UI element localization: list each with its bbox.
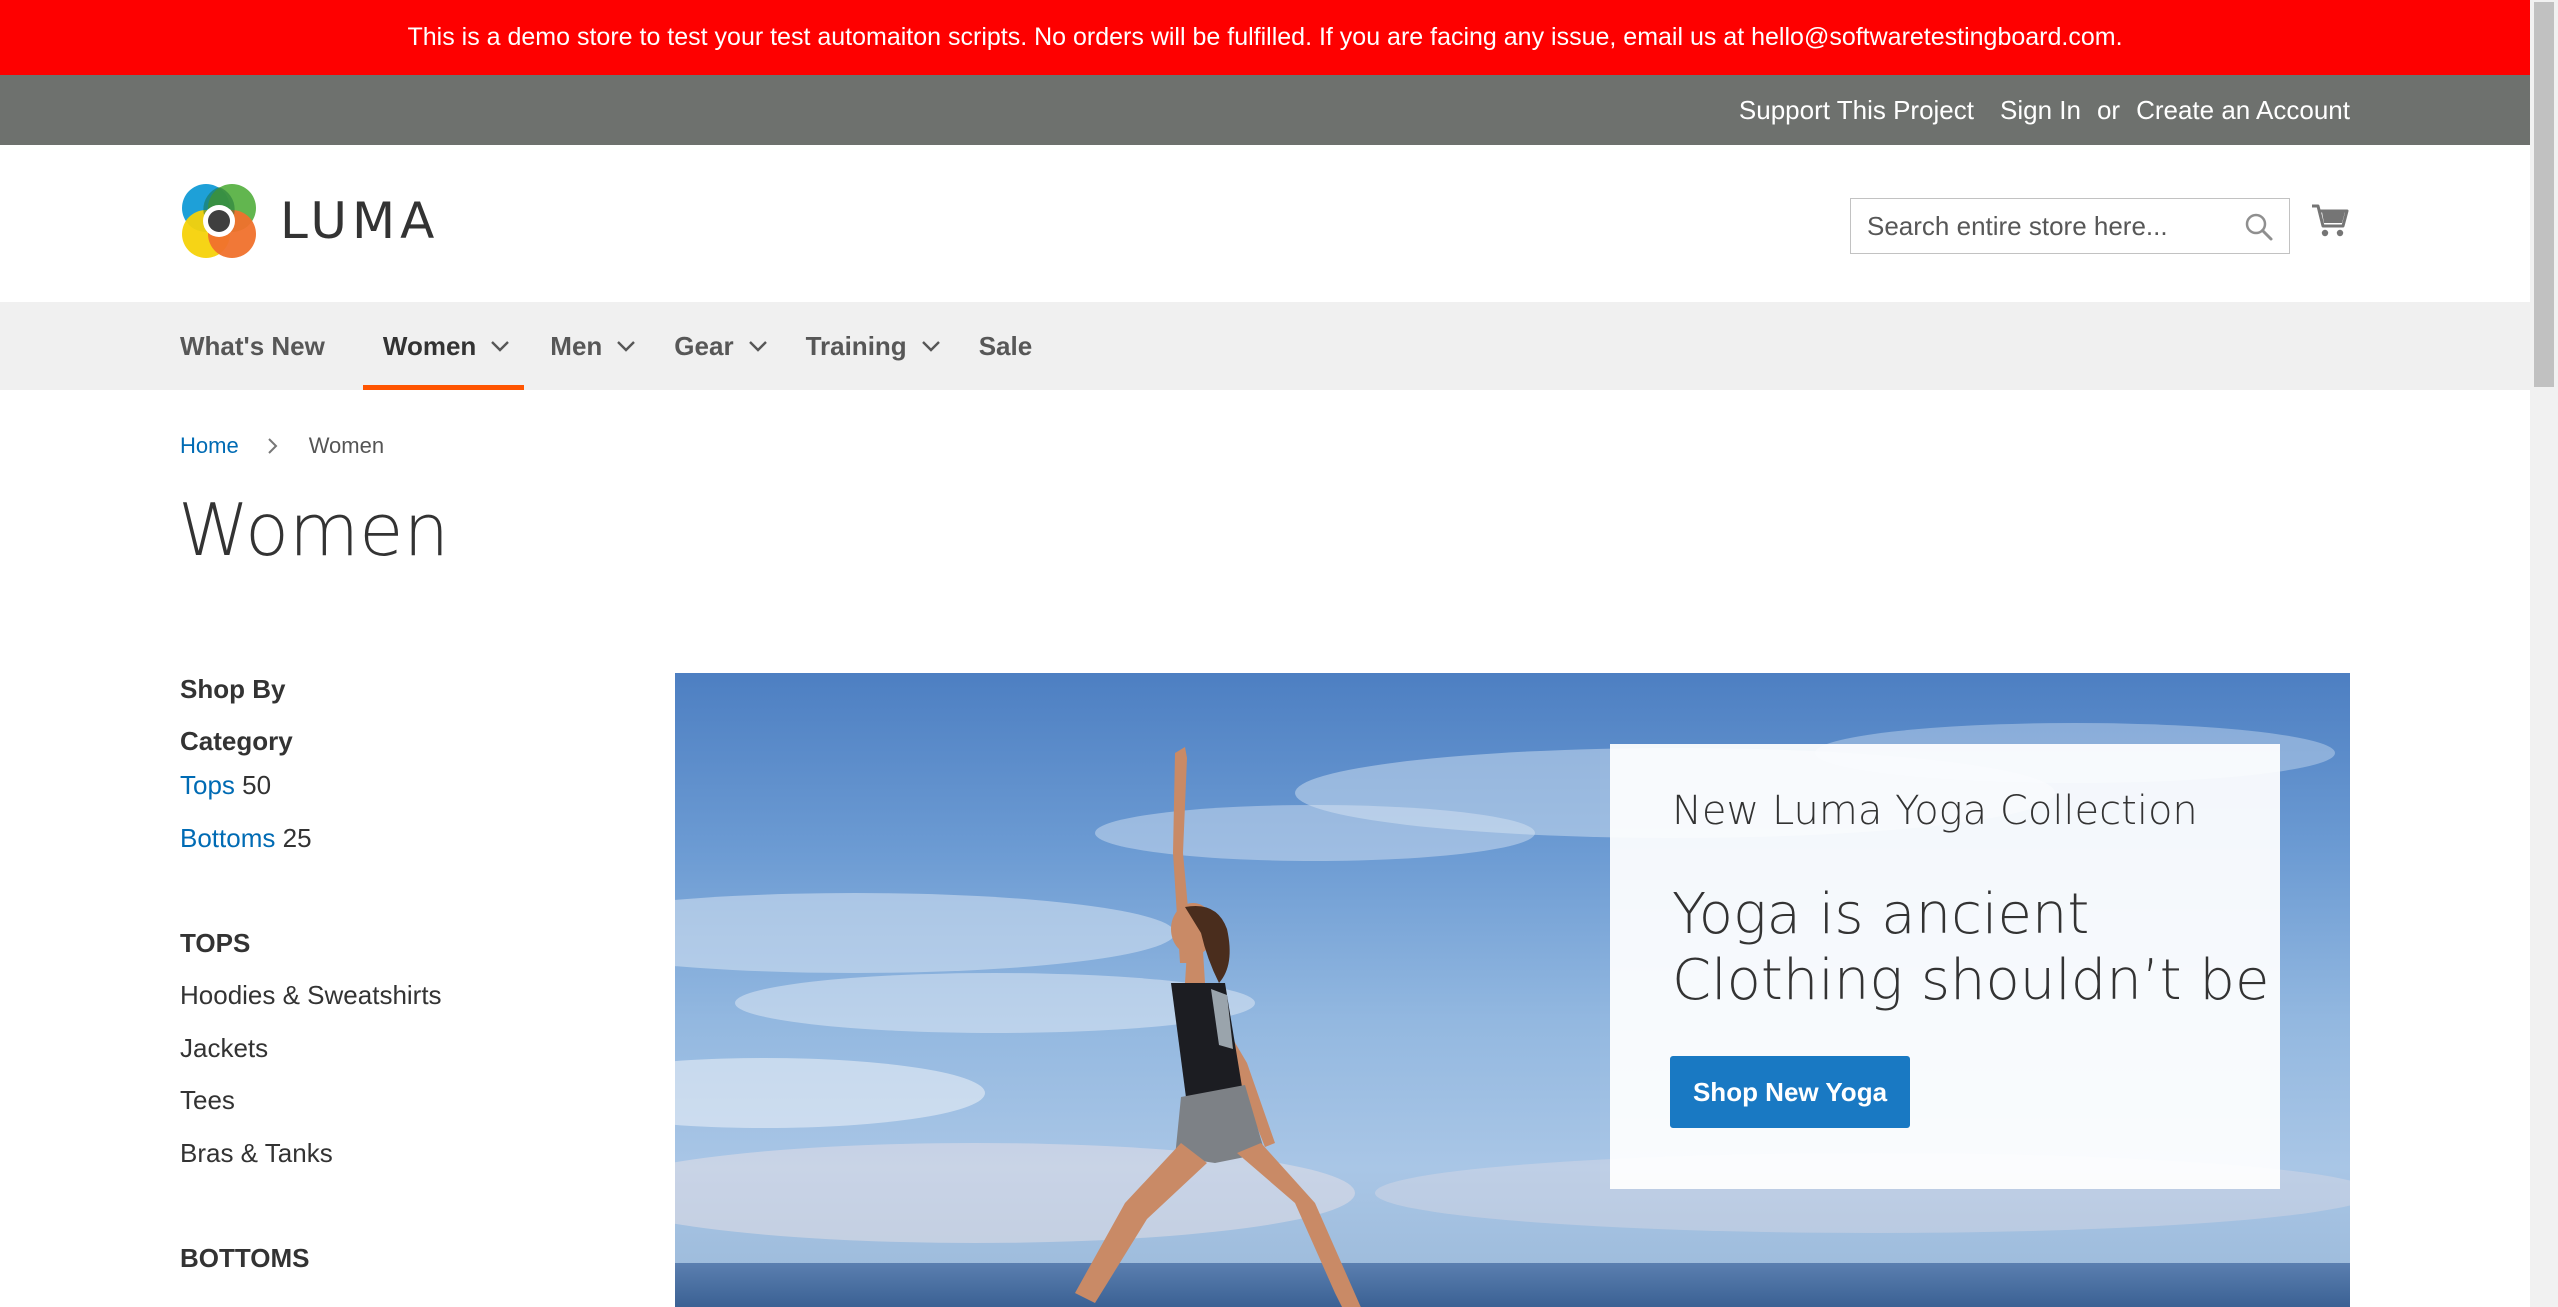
bottoms-heading: BOTTOMS — [180, 1243, 310, 1273]
search-input[interactable] — [1851, 199, 2221, 253]
tops-link-jackets[interactable]: Jackets — [180, 1033, 268, 1064]
tops-heading: TOPS — [180, 928, 251, 958]
chevron-down-icon — [617, 341, 636, 352]
nav-item-training[interactable]: Training — [806, 302, 941, 390]
nav-item-label: Training — [805, 330, 907, 361]
promo-title-line-1: Yoga is ancient — [1672, 882, 2090, 947]
header: LUMA — [0, 145, 2530, 302]
sign-in-link[interactable]: Sign In — [2000, 95, 2081, 126]
top-panel: Support This Project Sign In or Create a… — [0, 75, 2530, 145]
breadcrumb-home-link[interactable]: Home — [180, 433, 239, 459]
category-count: 25 — [282, 823, 312, 853]
search-icon[interactable] — [2243, 211, 2275, 243]
category-heading: Category — [180, 726, 293, 756]
support-project-link[interactable]: Support This Project — [1739, 95, 1974, 126]
main-navigation: What's New Women Men Gear Training Sale — [0, 302, 2530, 390]
create-account-link[interactable]: Create an Account — [2136, 95, 2350, 126]
tops-link-bras-tanks[interactable]: Bras & Tanks — [180, 1138, 333, 1169]
logo-text: LUMA — [280, 192, 440, 250]
yoga-model-image — [1075, 747, 1361, 1307]
nav-item-women[interactable]: Women — [362, 302, 525, 390]
category-link[interactable]: Tops — [180, 770, 235, 800]
tops-link-hoodies[interactable]: Hoodies & Sweatshirts — [180, 980, 442, 1011]
sea-horizon — [675, 1263, 2350, 1307]
promo-title-line-2: Clothing shouldn’t be — [1672, 948, 2270, 1013]
nav-item-label: Gear — [674, 330, 734, 361]
chevron-down-icon — [921, 341, 940, 352]
scrollbar-thumb[interactable] — [2534, 2, 2554, 387]
shop-new-yoga-button[interactable]: Shop New Yoga — [1670, 1056, 1910, 1128]
or-separator: or — [2096, 94, 2121, 125]
nav-item-sale[interactable]: Sale — [979, 302, 1033, 390]
chevron-right-icon — [267, 438, 278, 454]
demo-notice-banner: This is a demo store to test your test a… — [0, 0, 2530, 75]
promo-box: New Luma Yoga Collection Yoga is ancient… — [1610, 744, 2280, 1189]
chevron-down-icon — [491, 341, 510, 352]
demo-notice-text: This is a demo store to test your test a… — [407, 23, 2123, 51]
header-links: Support This Project Sign In or Create a… — [1739, 75, 2350, 145]
chevron-down-icon — [748, 341, 767, 352]
nav-item-label: Women — [382, 330, 477, 361]
page-scrollbar[interactable] — [2530, 0, 2558, 1307]
nav-item-men[interactable]: Men — [550, 302, 636, 390]
page: This is a demo store to test your test a… — [0, 0, 2530, 1307]
category-item-bottoms: Bottoms 25 — [180, 823, 312, 854]
nav-item-label: Sale — [978, 330, 1033, 361]
breadcrumb-current: Women — [308, 433, 385, 458]
nav-item-label: Men — [550, 330, 603, 361]
nav-item-whats-new[interactable]: What's New — [180, 302, 325, 390]
promo-title: Yoga is ancient Clothing shouldn’t be — [1672, 882, 2272, 1014]
nav-items: What's New Women Men Gear Training Sale — [180, 302, 1032, 390]
nav-item-gear[interactable]: Gear — [674, 302, 767, 390]
category-count: 50 — [242, 770, 272, 800]
category-item-tops: Tops 50 — [180, 770, 271, 801]
page-title: Women — [178, 488, 450, 572]
cart-icon[interactable] — [2310, 200, 2350, 240]
logo[interactable]: LUMA — [180, 182, 439, 260]
tops-link-tees[interactable]: Tees — [180, 1085, 235, 1116]
category-link[interactable]: Bottoms — [180, 823, 275, 853]
nav-item-label: What's New — [180, 330, 325, 361]
shop-by-heading: Shop By — [180, 674, 286, 704]
breadcrumb: Home Women — [180, 433, 384, 459]
search-box — [1850, 198, 2290, 254]
luma-logo-icon — [182, 184, 256, 258]
promo-subtitle: New Luma Yoga Collection — [1672, 788, 2198, 834]
